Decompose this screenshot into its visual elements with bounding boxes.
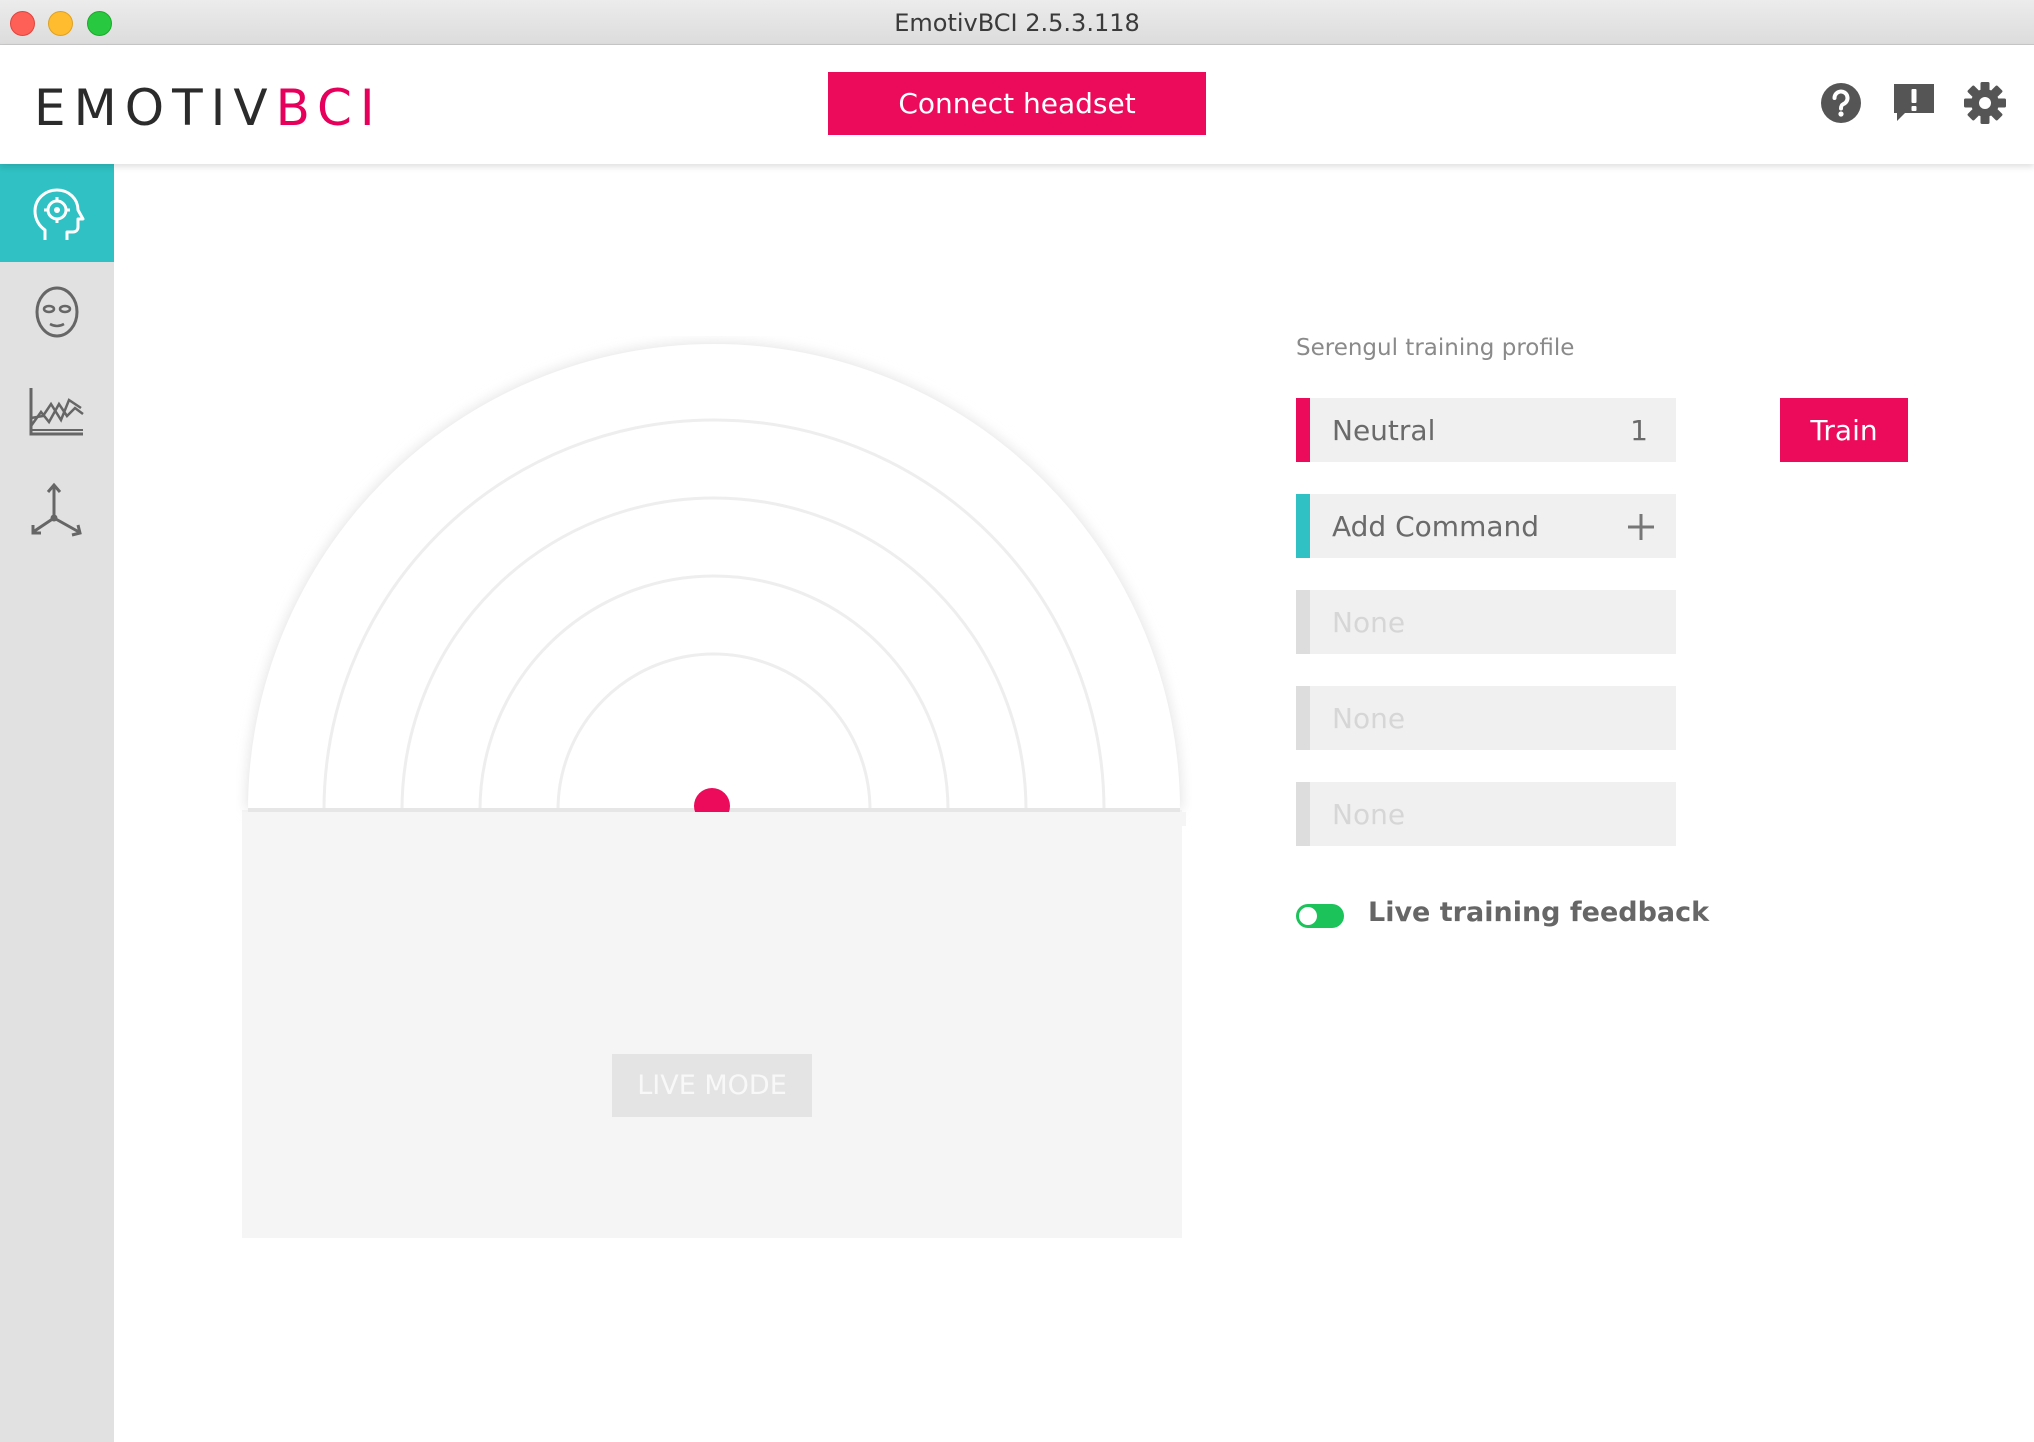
app-header: EMOTIVBCI Connect headset	[0, 45, 2034, 164]
logo-text-emotiv: EMOTIV	[34, 79, 276, 137]
command-color-bar	[1296, 398, 1310, 462]
settings-icon[interactable]	[1962, 80, 2008, 126]
window-titlebar: EmotivBCI 2.5.3.118	[0, 0, 2034, 45]
train-button[interactable]: Train	[1780, 398, 1908, 462]
sidebar-nav	[0, 164, 114, 1442]
live-training-feedback-label: Live training feedback	[1368, 897, 1710, 928]
command-color-bar	[1296, 782, 1310, 846]
sidebar-item-performance-metrics[interactable]	[0, 360, 114, 458]
sidebar-item-motion[interactable]	[0, 458, 114, 556]
help-icon[interactable]	[1818, 80, 1864, 126]
training-profile-label: Serengul training profile	[1296, 335, 1575, 361]
command-label: None	[1332, 606, 1406, 639]
chart-icon	[29, 388, 84, 436]
face-icon	[35, 286, 79, 338]
feedback-icon[interactable]	[1891, 80, 1937, 126]
live-training-feedback-toggle[interactable]	[1296, 904, 1344, 928]
sidebar-item-facial-expressions[interactable]	[0, 262, 114, 360]
logo-text-bci: BCI	[275, 79, 383, 137]
command-label: Add Command	[1332, 510, 1540, 543]
brain-head-icon	[33, 188, 85, 240]
command-slot-empty: None	[1296, 782, 1676, 846]
command-neutral[interactable]: Neutral 1	[1296, 398, 1676, 462]
command-color-bar	[1296, 686, 1310, 750]
window-title: EmotivBCI 2.5.3.118	[894, 9, 1140, 37]
command-training-count: 1	[1630, 414, 1648, 447]
axes-icon	[31, 482, 82, 537]
command-slot-empty: None	[1296, 686, 1676, 750]
command-color-bar	[1296, 494, 1310, 558]
add-command-row[interactable]: Add Command	[1296, 494, 1676, 558]
plus-icon[interactable]	[1626, 512, 1656, 542]
sidebar-item-mental-commands[interactable]	[0, 164, 114, 262]
toggle-knob	[1299, 907, 1317, 925]
command-label: None	[1332, 702, 1406, 735]
command-label: Neutral	[1332, 414, 1436, 447]
command-slot-empty: None	[1296, 590, 1676, 654]
command-label: None	[1332, 798, 1406, 831]
live-mode-button[interactable]: LIVE MODE	[612, 1054, 812, 1117]
emotiv-bci-logo: EMOTIVBCI	[34, 79, 383, 137]
connect-headset-button[interactable]: Connect headset	[828, 72, 1206, 135]
command-color-bar	[1296, 590, 1310, 654]
